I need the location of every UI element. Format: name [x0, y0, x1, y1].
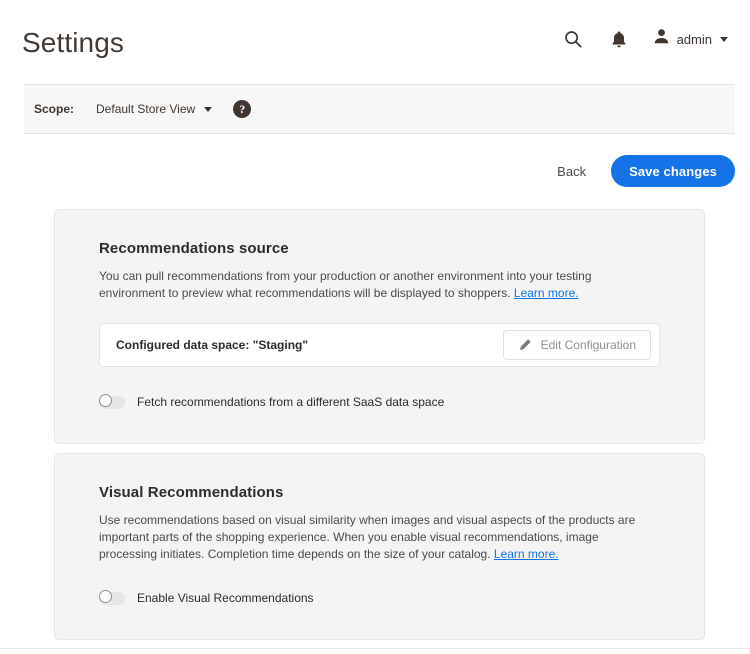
card-description: You can pull recommendations from your p…	[99, 268, 651, 302]
scope-selected-value: Default Store View	[96, 102, 195, 116]
save-changes-button[interactable]: Save changes	[611, 155, 735, 187]
chevron-down-icon	[204, 107, 212, 112]
user-avatar-icon	[653, 28, 670, 50]
edit-configuration-button[interactable]: Edit Configuration	[503, 330, 651, 360]
card-title: Visual Recommendations	[99, 484, 660, 501]
toggle-switch-off[interactable]	[99, 396, 125, 409]
scope-bar: Scope: Default Store View ?	[24, 84, 735, 134]
footer-divider	[0, 648, 750, 649]
configured-data-space-row: Configured data space: "Staging" Edit Co…	[99, 323, 660, 367]
search-icon[interactable]	[561, 27, 585, 51]
card-description: Use recommendations based on visual simi…	[99, 512, 651, 563]
toggle-switch-off[interactable]	[99, 592, 125, 605]
page-title: Settings	[22, 24, 124, 62]
edit-configuration-label: Edit Configuration	[541, 338, 636, 352]
card-visual-recommendations: Visual Recommendations Use recommendatio…	[54, 453, 705, 640]
pencil-icon	[518, 338, 532, 352]
toggle-knob	[99, 394, 112, 407]
bell-icon[interactable]	[607, 27, 631, 51]
toggle-fetch-recommendations[interactable]: Fetch recommendations from a different S…	[99, 395, 660, 409]
configured-data-space-label: Configured data space: "Staging"	[116, 338, 308, 352]
page-header: Settings admin	[0, 0, 750, 84]
toggle-label: Fetch recommendations from a different S…	[137, 395, 444, 409]
scope-select[interactable]: Default Store View	[96, 102, 212, 116]
scope-label: Scope:	[34, 102, 74, 116]
card-recommendations-source: Recommendations source You can pull reco…	[54, 209, 705, 444]
toggle-knob	[99, 590, 112, 603]
chevron-down-icon	[720, 37, 728, 42]
learn-more-link[interactable]: Learn more.	[514, 286, 579, 300]
page-actions: Back Save changes	[549, 155, 735, 187]
user-menu[interactable]: admin	[653, 28, 728, 50]
user-name-label: admin	[677, 32, 712, 47]
learn-more-link[interactable]: Learn more.	[494, 547, 559, 561]
toggle-label: Enable Visual Recommendations	[137, 591, 314, 605]
question-mark-icon[interactable]: ?	[233, 100, 251, 118]
toggle-enable-visual-recommendations[interactable]: Enable Visual Recommendations	[99, 591, 660, 605]
header-actions: admin	[561, 24, 728, 54]
settings-cards: Recommendations source You can pull reco…	[54, 209, 705, 640]
back-button[interactable]: Back	[549, 158, 594, 185]
card-title: Recommendations source	[99, 240, 660, 257]
